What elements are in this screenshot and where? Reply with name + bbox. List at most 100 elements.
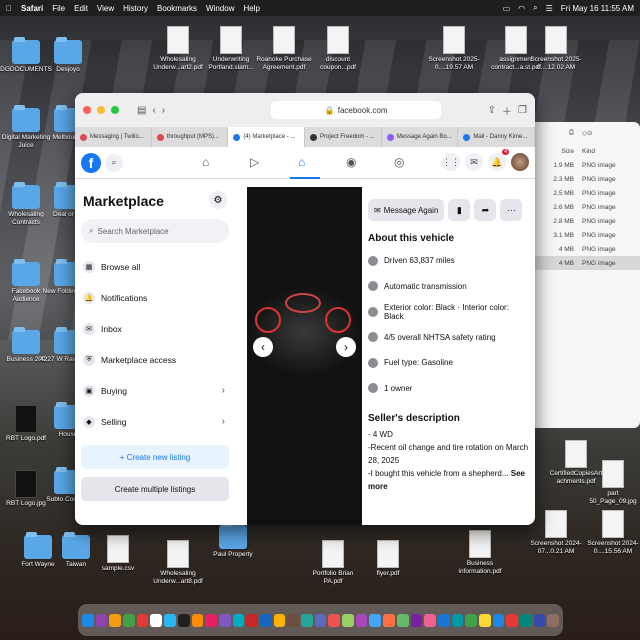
minimize-button[interactable] (97, 106, 105, 114)
dock-app-icon[interactable] (410, 613, 423, 627)
dock-app-icon[interactable] (246, 613, 258, 627)
browser-tab[interactable]: throughput (MPS)... (152, 127, 229, 147)
menu-clock[interactable]: Fri May 16 11:55 AM (561, 4, 634, 13)
search-input[interactable]: ⌕ Search Marketplace (81, 219, 229, 243)
finder-row[interactable]: 2.5 MB PNG image (534, 186, 640, 200)
menu-file[interactable]: File (52, 4, 65, 13)
dock-app-icon[interactable] (533, 613, 546, 627)
dock-app-icon[interactable] (424, 613, 436, 627)
share-icon[interactable]: ⎙ (540, 129, 582, 137)
dock-app-icon[interactable] (437, 613, 450, 627)
forward-icon[interactable]: › (162, 105, 165, 116)
dock-app-icon[interactable] (109, 613, 122, 627)
message-again-button[interactable]: ✉ Message Again (368, 199, 445, 221)
kind-header[interactable]: Kind (582, 148, 595, 155)
new-tab-icon[interactable]: ＋ (502, 103, 512, 118)
dock-app-icon[interactable] (328, 613, 341, 627)
search-icon[interactable]: ⌕ (105, 153, 123, 172)
video-icon[interactable]: ▷ (250, 155, 259, 169)
dock-app-icon[interactable] (123, 613, 135, 627)
more-icon[interactable]: ⊙ (587, 129, 592, 137)
browser-tab[interactable]: Message Again Bo... (382, 127, 459, 147)
dock-app-icon[interactable] (506, 613, 518, 627)
facebook-logo[interactable]: f (81, 152, 101, 173)
dock-app-icon[interactable] (314, 613, 327, 627)
control-center-icon[interactable]: ☰ (546, 4, 553, 13)
finder-row[interactable]: 2.3 MB PNG image (534, 172, 640, 186)
desktop-folder[interactable]: Desjoyo (40, 37, 96, 74)
search-icon[interactable]: ⌕ (533, 3, 537, 13)
groups-icon[interactable]: ◉ (346, 155, 356, 169)
app-menu[interactable]: Safari (21, 4, 43, 13)
zoom-button[interactable] (111, 106, 119, 114)
desktop-file[interactable]: Business information.pdf (452, 530, 508, 576)
desktop-file[interactable]: Underwriting Portland.slam... (203, 26, 259, 72)
save-bookmark-icon[interactable]: ▮ (448, 199, 471, 221)
dock-app-icon[interactable] (191, 613, 204, 627)
battery-icon[interactable]: ▭ (503, 4, 511, 13)
gaming-icon[interactable]: ◎ (394, 155, 404, 169)
sidebar-item-notifications[interactable]: 🔔 Notifications (81, 282, 229, 313)
marketplace-icon[interactable]: ⌂ (298, 155, 305, 169)
dock-app-icon[interactable] (218, 613, 231, 627)
browser-tab[interactable]: Messaging | Twilio... (75, 127, 152, 147)
browser-tab[interactable]: Mail - Danny Kime... (458, 127, 535, 147)
dock-app-icon[interactable] (342, 613, 354, 627)
dock-app-icon[interactable] (301, 613, 313, 627)
dock-app-icon[interactable] (273, 613, 286, 627)
dock-app-icon[interactable] (287, 613, 299, 627)
dock-app-icon[interactable] (465, 613, 477, 627)
menu-grid-icon[interactable]: ⋮⋮ (442, 153, 460, 171)
more-options-icon[interactable]: ··· (500, 199, 523, 221)
desktop-file[interactable]: sample.csv (90, 535, 146, 573)
desktop-file[interactable]: discount coupon...pdf (310, 26, 366, 72)
dock-app-icon[interactable] (164, 613, 176, 627)
menu-edit[interactable]: Edit (74, 4, 88, 13)
finder-row[interactable]: 2.6 MB PNG image (534, 200, 640, 214)
dock-app-icon[interactable] (82, 613, 94, 627)
finder-row[interactable]: 3.1 MB PNG image (534, 228, 640, 242)
sidebar-item-browse-all[interactable]: ▦ Browse all (81, 251, 229, 282)
dock-app-icon[interactable] (259, 613, 272, 627)
settings-gear-icon[interactable]: ⚙ (209, 191, 227, 209)
dock-app-icon[interactable] (478, 613, 491, 627)
dock-app-icon[interactable] (369, 613, 382, 627)
menu-view[interactable]: View (97, 4, 114, 13)
listing-photo[interactable]: ‹ › (247, 187, 362, 525)
finder-row[interactable]: 4 MB PNG image (534, 242, 640, 256)
dock-app-icon[interactable] (177, 613, 190, 627)
next-photo-button[interactable]: › (336, 337, 356, 357)
apple-icon[interactable]:  (6, 4, 12, 13)
dock-app-icon[interactable] (520, 613, 532, 627)
desktop-file[interactable]: Screenshot 2025-0....19.57 AM (426, 26, 482, 72)
menu-bookmarks[interactable]: Bookmarks (157, 4, 197, 13)
desktop-file[interactable]: Wholesaling Underw...art8.pdf (150, 540, 206, 586)
dock-app-icon[interactable] (355, 613, 368, 627)
create-multiple-listings-button[interactable]: Create multiple listings (81, 477, 229, 501)
previous-photo-button[interactable]: ‹ (253, 337, 273, 357)
wifi-icon[interactable]: ◠ (518, 4, 525, 13)
dock-app-icon[interactable] (205, 613, 217, 627)
browser-tab[interactable]: (4) Marketplace - ... (228, 127, 306, 147)
desktop-file[interactable]: Wholesaling Underw...art2.pdf (150, 26, 206, 72)
close-button[interactable] (83, 106, 91, 114)
dock-app-icon[interactable] (150, 613, 163, 627)
sidebar-item-selling[interactable]: ◆ Selling › (81, 406, 229, 437)
avatar[interactable] (511, 153, 529, 171)
menu-history[interactable]: History (123, 4, 148, 13)
create-new-listing-button[interactable]: + Create new listing (81, 445, 229, 469)
dock-app-icon[interactable] (492, 613, 505, 627)
desktop-file[interactable]: Screenshot 2025-0....12.02 AM (528, 26, 584, 72)
menu-window[interactable]: Window (206, 4, 234, 13)
dock-app-icon[interactable] (95, 613, 108, 627)
tab-overview-icon[interactable]: ❐ (518, 105, 527, 116)
sidebar-item-marketplace-access[interactable]: ⛨ Marketplace access (81, 344, 229, 375)
finder-row[interactable]: 1.9 MB PNG image (534, 158, 640, 172)
share-arrow-icon[interactable]: ➦ (474, 199, 497, 221)
desktop-file[interactable]: Screenshot 2024-0....15.56 AM (585, 510, 640, 556)
dock-app-icon[interactable] (232, 613, 245, 627)
desktop-file[interactable]: part 50_Page_09.jpg (585, 460, 640, 506)
dock-app-icon[interactable] (383, 613, 395, 627)
sidebar-icon[interactable]: ▤ (137, 105, 146, 116)
desktop-file[interactable]: Roanoke Purchase Agreement.pdf (256, 26, 312, 72)
